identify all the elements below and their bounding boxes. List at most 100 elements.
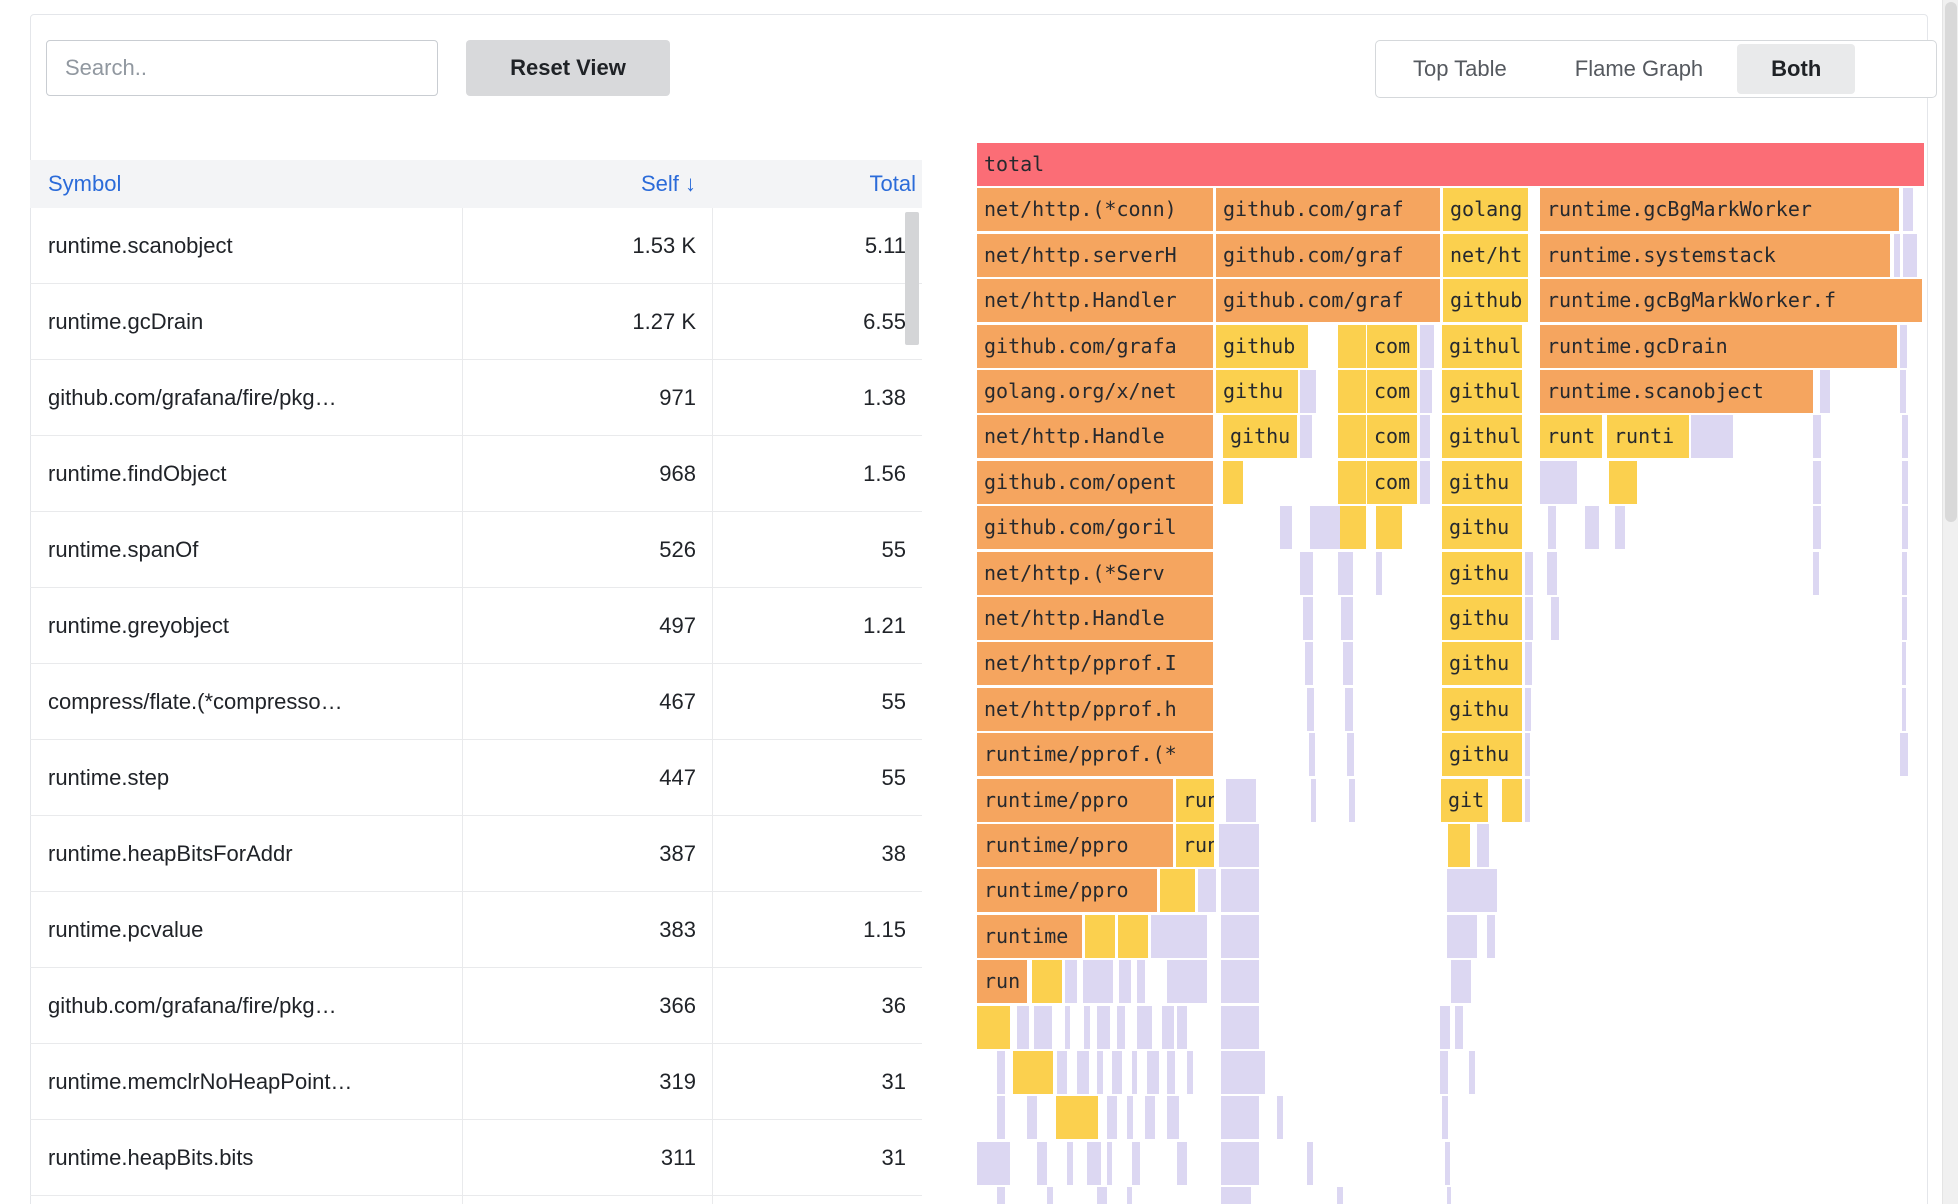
flame-block[interactable]: net/http.(*Serv: [977, 552, 1213, 595]
flame-block[interactable]: githul: [1442, 325, 1522, 368]
flame-filler-block[interactable]: [1455, 1006, 1463, 1049]
flame-filler-block[interactable]: [977, 1142, 1010, 1185]
search-input[interactable]: [46, 40, 438, 96]
flame-filler-block[interactable]: [1027, 1096, 1037, 1139]
flame-block[interactable]: com: [1367, 461, 1417, 504]
table-row[interactable]: runtime.gcDrain1.27 K6.55: [30, 284, 922, 360]
flame-filler-block[interactable]: [1615, 506, 1625, 549]
flame-filler-block[interactable]: [1445, 1142, 1450, 1185]
flame-block[interactable]: githu: [1442, 597, 1522, 640]
flame-filler-block[interactable]: [1376, 506, 1402, 549]
column-header-total[interactable]: Total: [712, 171, 922, 197]
flame-filler-block[interactable]: [1813, 461, 1821, 504]
column-header-self[interactable]: Self ↓: [462, 171, 712, 197]
flame-block[interactable]: run: [977, 960, 1027, 1003]
flame-block[interactable]: run: [1176, 779, 1214, 822]
flame-filler-block[interactable]: [1127, 1096, 1133, 1139]
table-row[interactable]: runtime.pcvalue3831.15: [30, 892, 922, 968]
flame-block[interactable]: githu: [1216, 370, 1298, 413]
flame-filler-block[interactable]: [1902, 688, 1906, 731]
flame-filler-block[interactable]: [1310, 506, 1340, 549]
flame-filler-block[interactable]: [1309, 733, 1315, 776]
flame-filler-block[interactable]: [1177, 1006, 1187, 1049]
flame-filler-block[interactable]: [1017, 1006, 1029, 1049]
flame-filler-block[interactable]: [1127, 1187, 1132, 1204]
flame-block[interactable]: runtime/ppro: [977, 869, 1157, 912]
flame-block[interactable]: githul: [1442, 415, 1522, 458]
flame-filler-block[interactable]: [1540, 461, 1577, 504]
flame-block[interactable]: net/http/pprof.h: [977, 688, 1213, 731]
flame-filler-block[interactable]: [1525, 642, 1532, 685]
flame-filler-block[interactable]: [1338, 370, 1366, 413]
flame-filler-block[interactable]: [1221, 960, 1259, 1003]
flame-block[interactable]: githu: [1442, 461, 1522, 504]
flame-block[interactable]: net/http.Handler: [977, 279, 1213, 322]
flame-filler-block[interactable]: [1525, 597, 1533, 640]
flame-block[interactable]: runti: [1607, 415, 1689, 458]
flame-filler-block[interactable]: [1420, 415, 1430, 458]
flame-filler-block[interactable]: [1132, 1142, 1140, 1185]
flame-filler-block[interactable]: [1277, 1096, 1283, 1139]
flame-filler-block[interactable]: [1420, 370, 1432, 413]
flame-filler-block[interactable]: [1221, 1096, 1259, 1139]
flame-filler-block[interactable]: [1469, 1051, 1475, 1094]
flame-filler-block[interactable]: [1820, 370, 1830, 413]
flame-block[interactable]: runtime/ppro: [977, 779, 1173, 822]
flame-filler-block[interactable]: [1300, 370, 1316, 413]
flame-filler-block[interactable]: [1338, 461, 1366, 504]
table-scrollbar-thumb[interactable]: [905, 212, 919, 345]
flame-filler-block[interactable]: [1343, 642, 1353, 685]
flame-filler-block[interactable]: [1162, 1006, 1174, 1049]
flame-filler-block[interactable]: [1177, 1142, 1187, 1185]
flame-filler-block[interactable]: [1347, 733, 1354, 776]
flame-block[interactable]: github.com/graf: [1216, 279, 1440, 322]
flame-filler-block[interactable]: [1376, 552, 1382, 595]
flame-filler-block[interactable]: [1691, 415, 1733, 458]
flame-filler-block[interactable]: [1440, 1051, 1448, 1094]
flame-filler-block[interactable]: [1221, 1187, 1251, 1204]
flame-filler-block[interactable]: [1198, 869, 1216, 912]
flame-filler-block[interactable]: [1813, 506, 1821, 549]
table-row[interactable]: runtime.findObject9681.56: [30, 436, 922, 512]
flame-filler-block[interactable]: [1132, 1051, 1137, 1094]
flame-filler-block[interactable]: [1525, 733, 1530, 776]
table-row[interactable]: runtime.heapBits.bits31131: [30, 1120, 922, 1196]
flame-block[interactable]: github: [1443, 279, 1528, 322]
flame-block[interactable]: github.com/grafa: [977, 325, 1213, 368]
page-scrollbar[interactable]: [1942, 0, 1958, 1204]
flame-block[interactable]: runtime.systemstack: [1540, 234, 1890, 277]
flame-filler-block[interactable]: [1034, 1006, 1052, 1049]
flame-filler-block[interactable]: [1525, 688, 1531, 731]
flame-block[interactable]: githu: [1442, 552, 1522, 595]
flame-filler-block[interactable]: [1047, 1187, 1053, 1204]
flame-filler-block[interactable]: [1447, 1187, 1451, 1204]
flame-filler-block[interactable]: [1257, 1051, 1265, 1094]
flame-filler-block[interactable]: [1107, 1142, 1112, 1185]
flame-block[interactable]: net/http.(*conn): [977, 188, 1213, 231]
flame-filler-block[interactable]: [1057, 1051, 1067, 1094]
flame-filler-block[interactable]: [1307, 688, 1314, 731]
flame-block[interactable]: runtime: [977, 915, 1082, 958]
flame-filler-block[interactable]: [1440, 1006, 1450, 1049]
flame-filler-block[interactable]: [1547, 552, 1557, 595]
flame-block[interactable]: total: [977, 143, 1924, 186]
flame-filler-block[interactable]: [1300, 415, 1312, 458]
flame-filler-block[interactable]: [1813, 415, 1821, 458]
flame-filler-block[interactable]: [1145, 1096, 1155, 1139]
flame-filler-block[interactable]: [1609, 461, 1637, 504]
flame-block[interactable]: git: [1441, 779, 1488, 822]
flame-filler-block[interactable]: [1548, 506, 1556, 549]
flame-block[interactable]: net/ht: [1443, 234, 1528, 277]
flame-filler-block[interactable]: [997, 1051, 1005, 1094]
flame-block[interactable]: net/http.Handle: [977, 597, 1213, 640]
flame-filler-block[interactable]: [1338, 325, 1366, 368]
flame-block[interactable]: com: [1367, 370, 1417, 413]
flame-block[interactable]: githu: [1442, 642, 1522, 685]
flame-filler-block[interactable]: [1085, 915, 1115, 958]
flame-filler-block[interactable]: [1894, 234, 1900, 277]
flame-block[interactable]: golang.org/x/net: [977, 370, 1213, 413]
flame-block[interactable]: github: [1216, 325, 1308, 368]
flame-block[interactable]: githu: [1442, 733, 1522, 776]
flame-block[interactable]: github.com/graf: [1216, 188, 1440, 231]
table-row[interactable]: runtime.memclrNoHeapPoint…31931: [30, 1044, 922, 1120]
